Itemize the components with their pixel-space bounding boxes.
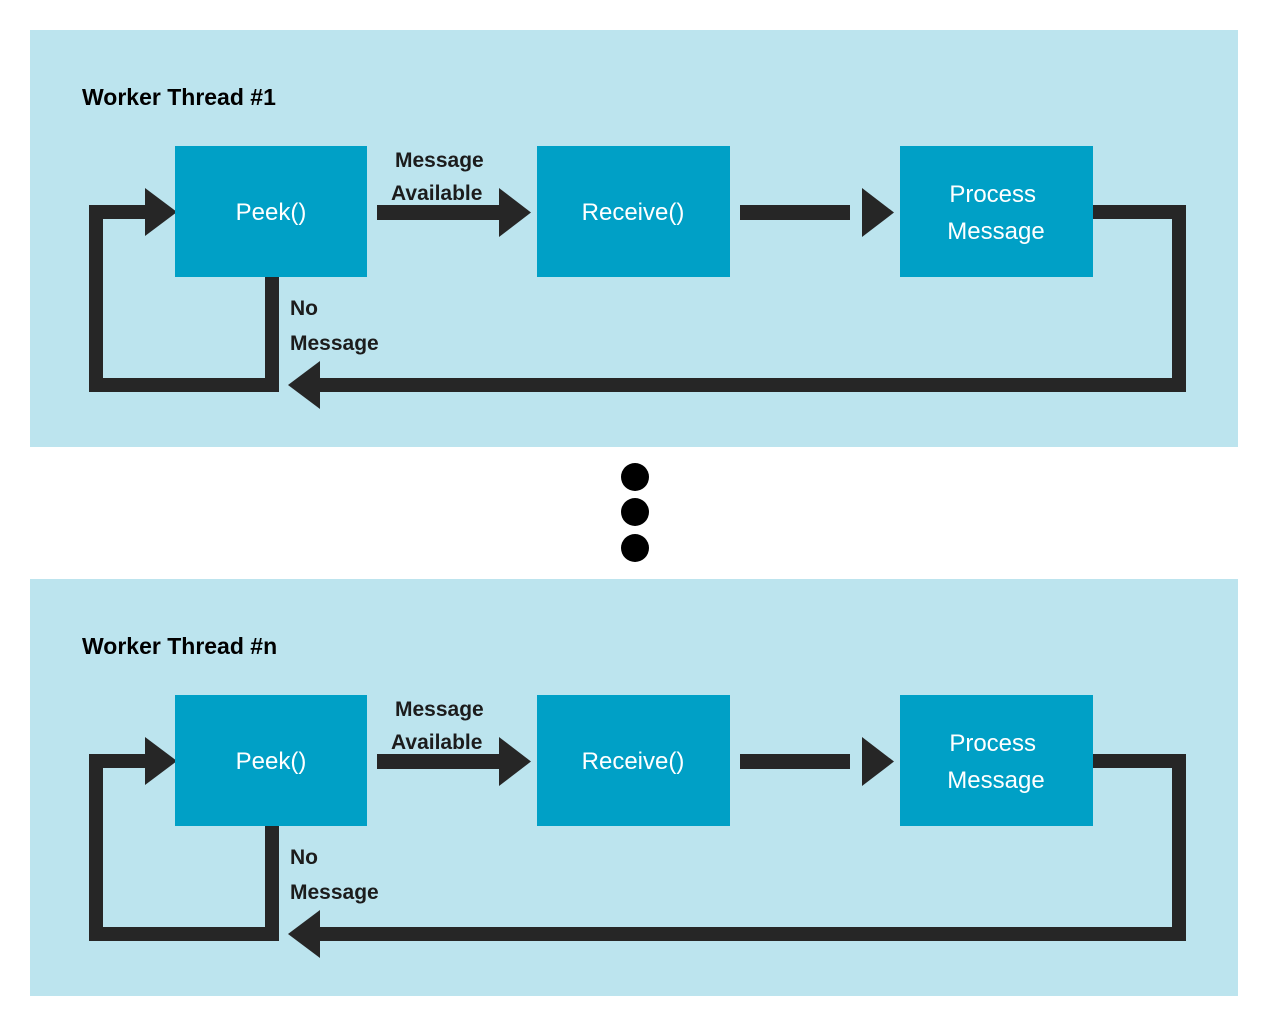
panel-title-1: Worker Thread #1 <box>82 84 276 110</box>
loop-segment-left-2 <box>89 927 279 941</box>
node-label-receive-2: Receive() <box>582 748 685 775</box>
node-box-process-message-2[interactable] <box>900 695 1093 826</box>
node-label-receive-1: Receive() <box>582 199 685 226</box>
loop-segment-up-1 <box>89 205 103 392</box>
node-process-message-1[interactable]: Process Message <box>900 146 1093 277</box>
panel-worker-thread-1: Worker Thread #1 No Message Message Avai… <box>30 30 1238 447</box>
vertical-ellipsis <box>621 463 649 562</box>
edge-shaft-peek-receive-1 <box>377 205 505 220</box>
edge-segment-vertical-right-2 <box>1172 754 1186 941</box>
node-label-process-message-line-1: Process <box>949 181 1036 208</box>
edge-label-no-message-line-2: Message <box>290 332 379 355</box>
loop-segment-down-2 <box>265 826 279 941</box>
diagram-root: Worker Thread #1 No Message Message Avai… <box>0 0 1271 1025</box>
node-peek-2[interactable]: Peek() <box>175 695 367 826</box>
loop-segment-right-1 <box>89 205 151 219</box>
loop-segment-right-2 <box>89 754 151 768</box>
loop-segment-down-1 <box>265 277 279 392</box>
loop-segment-left-1 <box>89 378 279 392</box>
node-label-peek-2: Peek() <box>236 748 307 775</box>
node-label-peek-1: Peek() <box>236 199 307 226</box>
node-receive-1[interactable]: Receive() <box>537 146 730 277</box>
edge-shaft-receive-process-2 <box>740 754 850 769</box>
edge-label-message-available-line-1: Message <box>395 149 484 172</box>
node-box-process-message-1[interactable] <box>900 146 1093 277</box>
ellipsis-dot-3 <box>621 534 649 562</box>
edge-label-no-message-line-1: No <box>290 297 318 320</box>
edge-label-message-available-line-2: Available <box>391 182 482 205</box>
ellipsis-dot-2 <box>621 498 649 526</box>
node-label-process-message-2-line-1: Process <box>949 730 1036 757</box>
loop-segment-up-2 <box>89 754 103 941</box>
node-receive-2[interactable]: Receive() <box>537 695 730 826</box>
edge-shaft-peek-receive-2 <box>377 754 505 769</box>
node-process-message-2[interactable]: Process Message <box>900 695 1093 826</box>
edge-segment-horizontal-bottom-1 <box>310 378 1186 392</box>
edge-segment-vertical-right-1 <box>1172 205 1186 392</box>
panel-worker-thread-n: Worker Thread #n No Message Message Avai… <box>30 579 1238 996</box>
edge-shaft-receive-process-1 <box>740 205 850 220</box>
edge-segment-horizontal-bottom-2 <box>310 927 1186 941</box>
panel-title-2: Worker Thread #n <box>82 633 277 659</box>
node-label-process-message-line-2: Message <box>947 218 1044 245</box>
ellipsis-dot-1 <box>621 463 649 491</box>
worker-thread-flow-diagram: Worker Thread #1 No Message Message Avai… <box>30 30 1238 996</box>
node-peek-1[interactable]: Peek() <box>175 146 367 277</box>
edge-label-message-available-2-line-2: Available <box>391 731 482 754</box>
edge-label-message-available-2-line-1: Message <box>395 698 484 721</box>
edge-label-no-message-2-line-1: No <box>290 846 318 869</box>
node-label-process-message-2-line-2: Message <box>947 767 1044 794</box>
edge-label-no-message-2-line-2: Message <box>290 881 379 904</box>
